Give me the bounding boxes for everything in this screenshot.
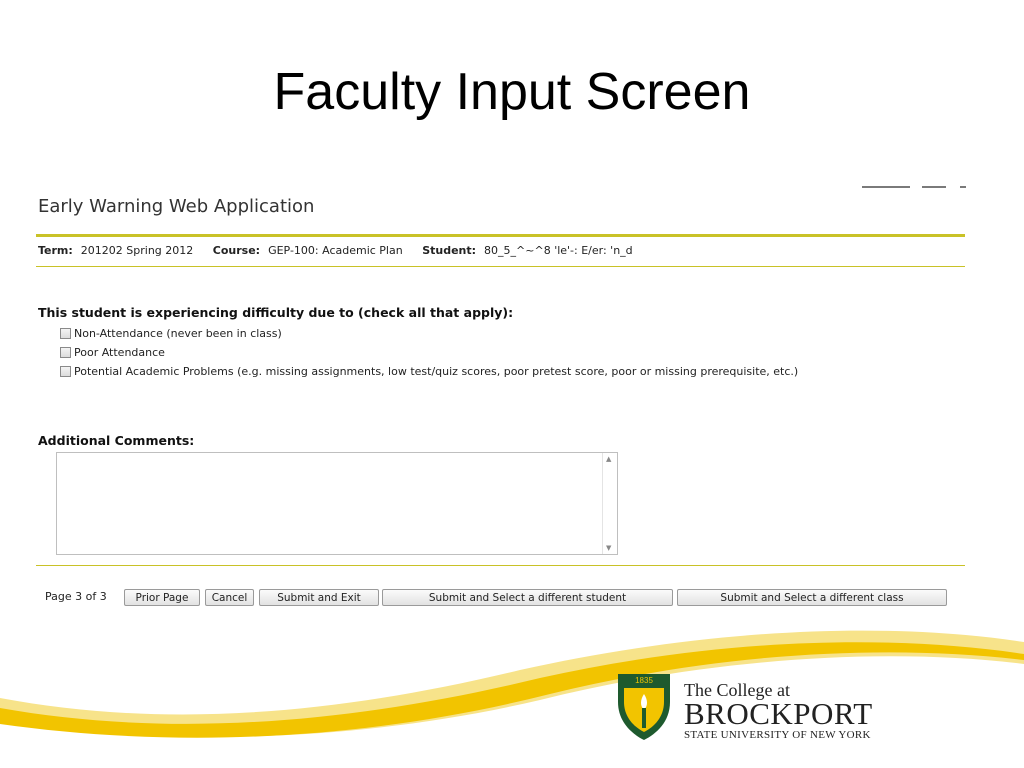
slide-title: Faculty Input Screen (273, 63, 751, 121)
info-rule (36, 266, 965, 267)
top-links[interactable] (862, 186, 966, 192)
option-label: Non-Attendance (never been in class) (74, 327, 282, 340)
poor-attendance-checkbox[interactable] (60, 347, 71, 358)
student-value: 80_5_^~^8 'le'-: E/er: 'n_d (484, 244, 633, 257)
term-label: Term: (38, 244, 73, 257)
seal-year: 1835 (635, 676, 653, 685)
course-value: GEP-100: Academic Plan (268, 244, 403, 257)
course-label: Course: (212, 244, 261, 257)
college-name-line3: STATE UNIVERSITY OF NEW YORK (684, 729, 871, 741)
comments-label: Additional Comments: (38, 433, 195, 448)
non-attendance-checkbox[interactable] (60, 328, 71, 339)
option-label: Poor Attendance (74, 346, 165, 359)
info-bar: Term: 201202 Spring 2012 Course: GEP-100: … (38, 244, 649, 257)
brockport-seal-icon: 1835 (618, 674, 670, 740)
student-label: Student: (422, 244, 477, 257)
academic-problems-checkbox[interactable] (60, 366, 71, 377)
college-name-line2: BROCKPORT (684, 696, 873, 731)
submit-select-class-button[interactable]: Submit and Select a different class (677, 589, 947, 606)
difficulty-question: This student is experiencing difficulty … (38, 305, 514, 320)
page-indicator: Page 3 of 3 (45, 590, 107, 603)
cancel-button[interactable]: Cancel (205, 589, 254, 606)
footer-rule (36, 565, 965, 566)
header-rule (36, 234, 965, 237)
option-academic-problems[interactable]: Potential Academic Problems (e.g. missin… (60, 365, 798, 378)
option-non-attendance[interactable]: Non-Attendance (never been in class) (60, 327, 282, 340)
submit-exit-button[interactable]: Submit and Exit (259, 589, 379, 606)
comments-scrollbar[interactable]: ▲ ▼ (602, 453, 617, 554)
term-value: 201202 Spring 2012 (80, 244, 194, 257)
scroll-up-icon[interactable]: ▲ (606, 455, 611, 463)
decorative-swoosh (0, 630, 1024, 738)
submit-select-student-button[interactable]: Submit and Select a different student (382, 589, 673, 606)
option-label: Potential Academic Problems (e.g. missin… (74, 365, 799, 378)
app-title: Early Warning Web Application (38, 196, 315, 217)
scroll-down-icon[interactable]: ▼ (606, 544, 611, 552)
option-poor-attendance[interactable]: Poor Attendance (60, 346, 165, 359)
comments-textarea[interactable]: ▲ ▼ (56, 452, 618, 555)
prior-page-button[interactable]: Prior Page (124, 589, 200, 606)
